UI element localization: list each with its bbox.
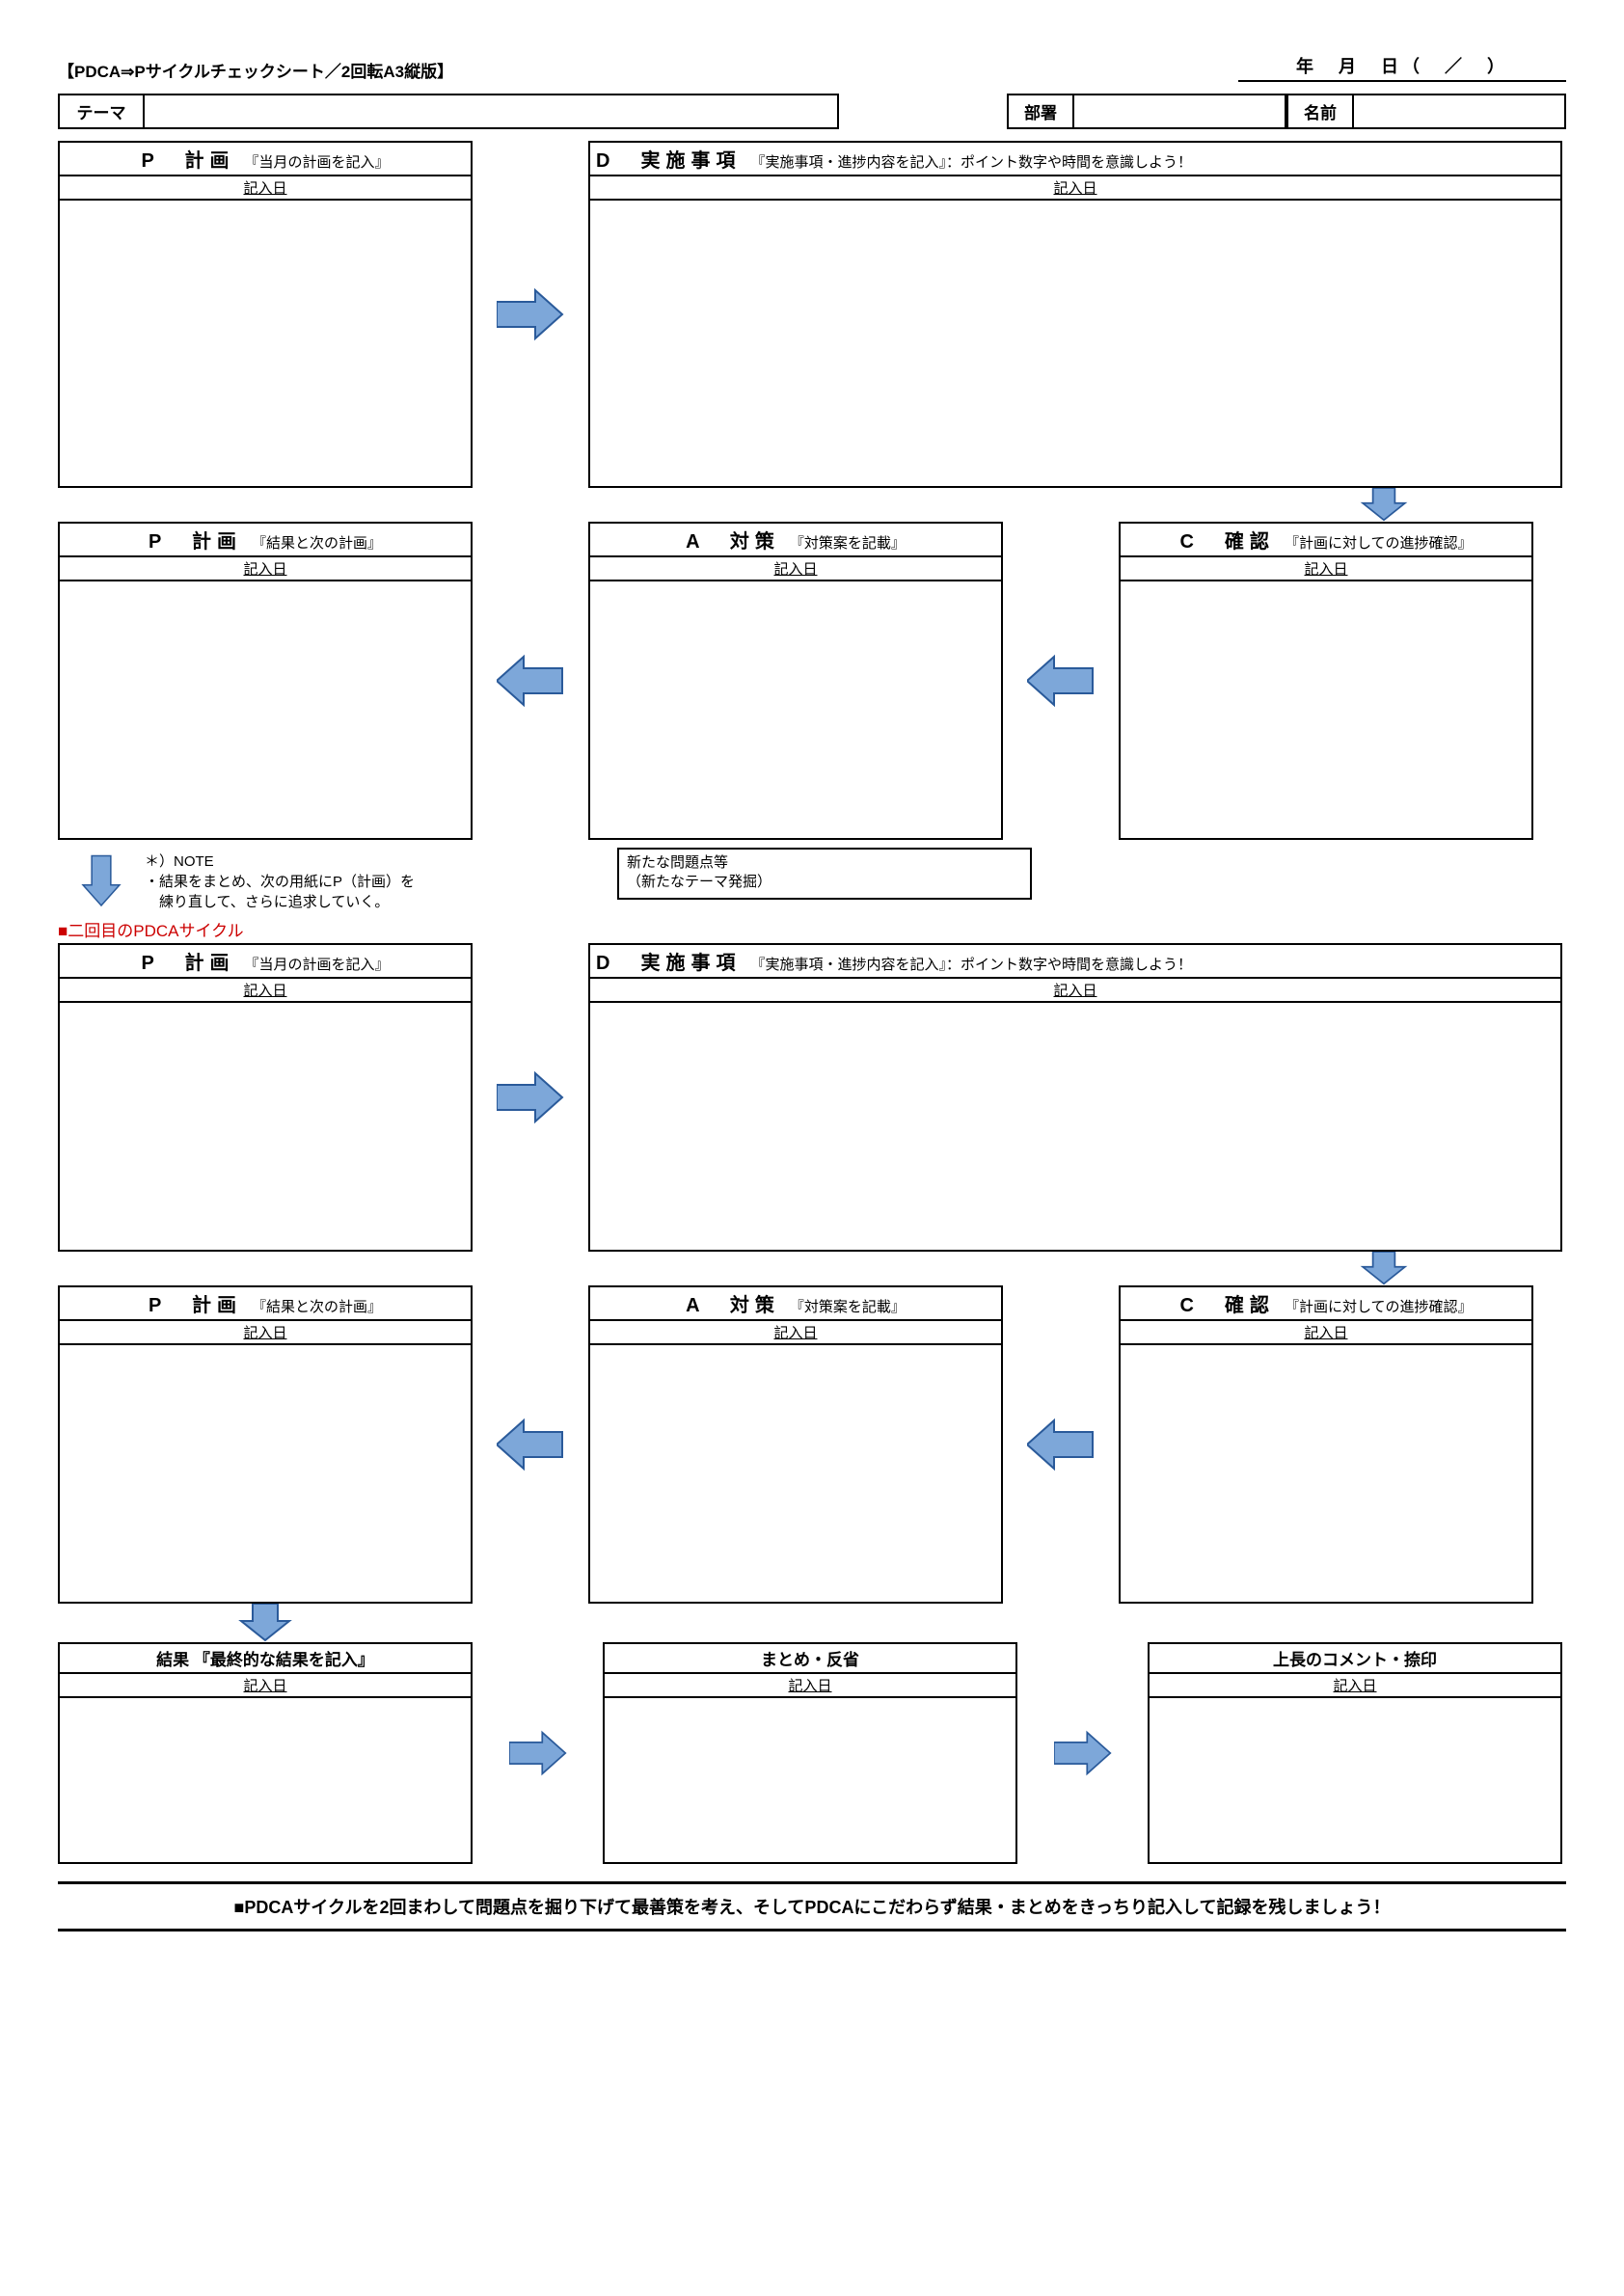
c1-d-desc: 『実施事項・進捗内容を記入』：ポイント数字や時間を意識しよう！ xyxy=(750,151,1192,172)
c1-d-code: D 実施事項 xyxy=(596,145,741,173)
c2-c-code: C 確認 xyxy=(1179,1289,1274,1317)
c1-d-box[interactable]: D 実施事項『実施事項・進捗内容を記入』：ポイント数字や時間を意識しよう！ 記入… xyxy=(588,141,1562,488)
c1-a-code: A 対策 xyxy=(686,526,780,554)
theme-label: テーマ xyxy=(58,94,145,129)
c2-p-desc: 『当月の計画を記入』 xyxy=(244,954,389,974)
c2-a-box[interactable]: A 対策『対策案を記載』 記入日 xyxy=(588,1285,1003,1604)
c2-p2-box[interactable]: P 計画『結果と次の計画』 記入日 xyxy=(58,1285,473,1604)
c2-c-entry: 記入日 xyxy=(1121,1321,1531,1345)
c2-d-desc: 『実施事項・進捗内容を記入』：ポイント数字や時間を意識しよう！ xyxy=(750,954,1192,974)
arrow-left-icon xyxy=(1003,522,1119,840)
bottom-bar: ■PDCAサイクルを2回まわして問題点を掘り下げて最善策を考え、そしてPDCAに… xyxy=(58,1881,1566,1931)
c1-c-desc: 『計画に対しての進捗確認』 xyxy=(1285,532,1473,553)
result-title: 結果 『最終的な結果を記入』 xyxy=(156,1646,374,1670)
arrow-down-icon xyxy=(588,1252,1562,1285)
c1-a-desc: 『対策案を記載』 xyxy=(790,532,906,553)
arrow-left-icon xyxy=(1003,1285,1119,1604)
c1-c-code: C 確認 xyxy=(1179,526,1274,554)
name-label: 名前 xyxy=(1286,94,1354,129)
c1-p2-code: P 計画 xyxy=(149,526,242,554)
c1-c-entry: 記入日 xyxy=(1121,557,1531,581)
c2-d-entry: 記入日 xyxy=(590,979,1560,1003)
arrow-down-icon xyxy=(58,1604,473,1642)
result-entry: 記入日 xyxy=(60,1674,471,1698)
result-box[interactable]: 結果 『最終的な結果を記入』 記入日 xyxy=(58,1642,473,1864)
note-text: ＊）NOTE ・結果をまとめ、次の用紙にP（計画）を 練り直して、さらに追求して… xyxy=(145,848,559,912)
c1-d-entry: 記入日 xyxy=(590,176,1560,201)
dept-label: 部署 xyxy=(1007,94,1074,129)
c1-a-entry: 記入日 xyxy=(590,557,1001,581)
c1-p-code: P 計画 xyxy=(142,145,235,173)
arrow-right-icon xyxy=(1017,1642,1148,1864)
c1-p2-entry: 記入日 xyxy=(60,557,471,581)
c2-a-desc: 『対策案を記載』 xyxy=(790,1296,906,1316)
c1-c-box[interactable]: C 確認『計画に対しての進捗確認』 記入日 xyxy=(1119,522,1533,840)
arrow-down-icon xyxy=(588,488,1562,522)
second-cycle-label: ■二回目のPDCAサイクル xyxy=(58,917,1566,941)
summary-box[interactable]: まとめ・反省 記入日 xyxy=(603,1642,1017,1864)
new-issue-line2: （新たなテーマ発掘） xyxy=(627,873,1022,892)
c2-p2-code: P 計画 xyxy=(149,1289,242,1317)
arrow-right-icon xyxy=(473,141,588,488)
c1-p-box[interactable]: P 計画『当月の計画を記入』 記入日 xyxy=(58,141,473,488)
boss-title: 上長のコメント・捺印 xyxy=(1273,1646,1437,1670)
new-issue-box[interactable]: 新たな問題点等 （新たなテーマ発掘） xyxy=(617,848,1032,900)
c1-p2-box[interactable]: P 計画『結果と次の計画』 記入日 xyxy=(58,522,473,840)
c2-a-entry: 記入日 xyxy=(590,1321,1001,1345)
summary-entry: 記入日 xyxy=(605,1674,1015,1698)
c2-p-code: P 計画 xyxy=(142,947,235,975)
c2-p-entry: 記入日 xyxy=(60,979,471,1003)
name-field[interactable] xyxy=(1354,94,1566,129)
date-line[interactable]: 年 月 日（ ／ ） xyxy=(1238,53,1566,82)
c2-p2-desc: 『結果と次の計画』 xyxy=(252,1296,382,1316)
c2-c-box[interactable]: C 確認『計画に対しての進捗確認』 記入日 xyxy=(1119,1285,1533,1604)
c2-p2-entry: 記入日 xyxy=(60,1321,471,1345)
new-issue-line1: 新たな問題点等 xyxy=(627,853,1022,873)
boss-box[interactable]: 上長のコメント・捺印 記入日 xyxy=(1148,1642,1562,1864)
dept-field[interactable] xyxy=(1074,94,1286,129)
summary-title: まとめ・反省 xyxy=(761,1646,859,1670)
c1-p-desc: 『当月の計画を記入』 xyxy=(244,151,389,172)
c2-c-desc: 『計画に対しての進捗確認』 xyxy=(1285,1296,1473,1316)
c2-p-box[interactable]: P 計画『当月の計画を記入』 記入日 xyxy=(58,943,473,1252)
doc-title: 【PDCA⇒Pサイクルチェックシート／2回転A3縦版】 xyxy=(58,58,453,82)
c2-a-code: A 対策 xyxy=(686,1289,780,1317)
arrow-right-icon xyxy=(473,943,588,1252)
theme-field[interactable] xyxy=(145,94,839,129)
arrow-down-icon xyxy=(58,848,125,915)
c2-d-box[interactable]: D 実施事項『実施事項・進捗内容を記入』：ポイント数字や時間を意識しよう！ 記入… xyxy=(588,943,1562,1252)
c1-p2-desc: 『結果と次の計画』 xyxy=(252,532,382,553)
arrow-left-icon xyxy=(473,522,588,840)
arrow-left-icon xyxy=(473,1285,588,1604)
c1-a-box[interactable]: A 対策『対策案を記載』 記入日 xyxy=(588,522,1003,840)
c2-d-code: D 実施事項 xyxy=(596,947,741,975)
arrow-right-icon xyxy=(473,1642,603,1864)
boss-entry: 記入日 xyxy=(1150,1674,1560,1698)
c1-p-entry: 記入日 xyxy=(60,176,471,201)
